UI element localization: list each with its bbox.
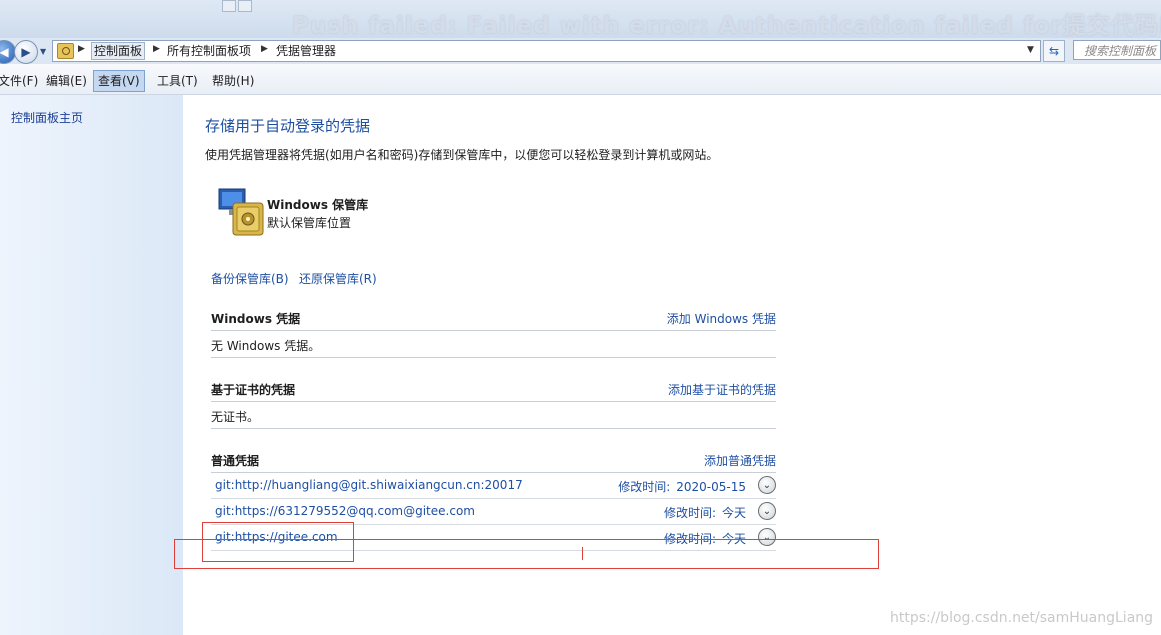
credential-modified: 修改时间: 今天 [664, 504, 746, 521]
modified-label: 修改时间: [618, 480, 671, 494]
credential-row[interactable]: git:http://huangliang@git.shiwaixiangcun… [211, 473, 776, 499]
menu-tools[interactable]: 工具(T) [153, 70, 202, 92]
add-generic-credential-link[interactable]: 添加普通凭据 [704, 452, 776, 469]
menu-file[interactable]: 文件(F) [0, 70, 42, 92]
search-input[interactable]: 搜索控制面板 [1073, 40, 1161, 60]
menu-edit[interactable]: 编辑(E) [42, 70, 91, 92]
background-window-title: Push failed: Failed with error: Authenti… [292, 13, 1161, 38]
address-bar[interactable]: ▶ 控制面板 ▶ 所有控制面板项 ▶ 凭据管理器 ▼ [52, 40, 1041, 62]
add-certificate-credential-link[interactable]: 添加基于证书的凭据 [668, 381, 776, 398]
section-title: Windows 凭据 [211, 312, 301, 326]
page-description: 使用凭据管理器将凭据(如用户名和密码)存储到保管库中，以便您可以轻松登录到计算机… [205, 148, 719, 162]
chevron-right-icon[interactable]: ▶ [78, 44, 85, 54]
restore-vault-link[interactable]: 还原保管库(R) [299, 270, 377, 287]
recent-pages-dropdown-icon[interactable]: ▼ [40, 47, 46, 56]
empty-message: 无证书。 [211, 410, 260, 424]
title-bar: Push failed: Failed with error: Authenti… [0, 0, 1161, 38]
watermark: https://blog.csdn.net/samHuangLiang [890, 610, 1154, 626]
window-controls[interactable] [222, 0, 262, 14]
forward-button[interactable]: ▶ [14, 40, 38, 64]
refresh-button[interactable]: ⇆ [1043, 40, 1065, 62]
breadcrumb-control-panel[interactable]: 控制面板 [91, 42, 146, 60]
windows-vault-icon [218, 188, 264, 236]
left-navigation-pane: 控制面板主页 [0, 95, 183, 635]
chevron-right-icon[interactable]: ▶ [261, 44, 268, 54]
backup-vault-link[interactable]: 备份保管库(B) [211, 270, 289, 287]
expand-chevron-icon[interactable]: ⌄ [758, 476, 776, 494]
control-panel-icon [57, 43, 74, 59]
section-title: 普通凭据 [211, 454, 260, 468]
expand-chevron-icon[interactable]: ⌄ [758, 502, 776, 520]
windows-credentials-section: Windows 凭据 添加 Windows 凭据 无 Windows 凭据。 [211, 306, 776, 358]
vault-title: Windows 保管库 [267, 198, 369, 212]
breadcrumb-all-items[interactable]: 所有控制面板项 [165, 43, 253, 59]
modified-value: 今天 [721, 506, 746, 520]
page-title: 存储用于自动登录的凭据 [205, 117, 371, 135]
certificate-credentials-section: 基于证书的凭据 添加基于证书的凭据 无证书。 [211, 377, 776, 429]
chevron-right-icon[interactable]: ▶ [153, 44, 160, 54]
breadcrumb-credential-manager[interactable]: 凭据管理器 [274, 43, 338, 59]
modified-label: 修改时间: [663, 506, 716, 520]
credential-modified: 修改时间: 2020-05-15 [618, 478, 746, 495]
address-row: ◀ ▶ ▼ ▶ 控制面板 ▶ 所有控制面板项 ▶ 凭据管理器 ▼ ⇆ 搜索控制面… [0, 38, 1161, 64]
menu-bar: 文件(F) 编辑(E) 查看(V) 工具(T) 帮助(H) [0, 64, 1161, 95]
add-windows-credential-link[interactable]: 添加 Windows 凭据 [667, 310, 776, 327]
menu-view[interactable]: 查看(V) [93, 70, 145, 92]
annotation-caret [582, 547, 583, 560]
refresh-icon: ⇆ [1048, 44, 1060, 58]
back-arrow-icon: ◀ [0, 45, 9, 59]
credential-name[interactable]: git:http://huangliang@git.shiwaixiangcun… [215, 478, 523, 492]
vault-subtitle: 默认保管库位置 [267, 216, 352, 230]
menu-help[interactable]: 帮助(H) [208, 70, 258, 92]
section-title: 基于证书的凭据 [211, 383, 296, 397]
empty-message: 无 Windows 凭据。 [211, 339, 321, 353]
modified-value: 2020-05-15 [676, 480, 746, 494]
forward-arrow-icon: ▶ [21, 45, 31, 59]
address-dropdown-icon[interactable]: ▼ [1027, 45, 1034, 55]
control-panel-home-link[interactable]: 控制面板主页 [11, 109, 83, 126]
annotation-box [174, 539, 879, 569]
credential-name[interactable]: git:https://631279552@qq.com@gitee.com [215, 504, 475, 518]
